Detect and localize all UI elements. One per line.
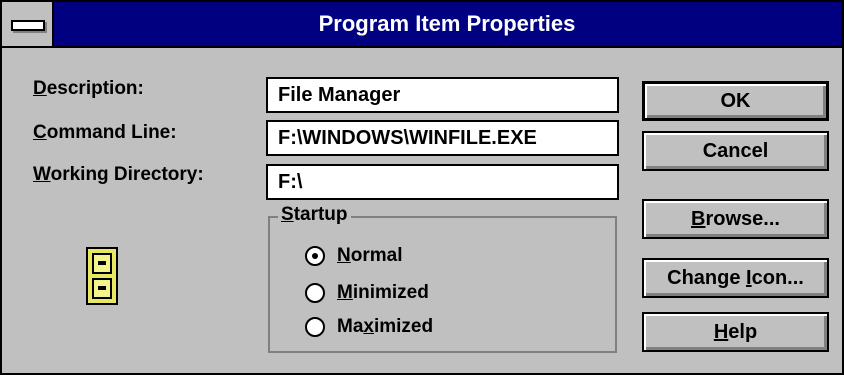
startup-legend: Startup xyxy=(278,204,351,226)
description-field[interactable]: File Manager xyxy=(266,77,619,113)
file-cabinet-icon xyxy=(86,247,118,305)
ok-button[interactable]: OK xyxy=(642,81,829,121)
window-title: Program Item Properties xyxy=(318,11,576,36)
cancel-button[interactable]: Cancel xyxy=(642,131,829,171)
browse-button[interactable]: Browse... xyxy=(642,199,829,239)
radio-circle[interactable] xyxy=(305,283,325,303)
radio-normal-label[interactable]: Normal xyxy=(337,243,402,269)
working-directory-label: Working Directory: xyxy=(33,164,204,185)
change-icon-button[interactable]: Change Icon... xyxy=(642,258,829,298)
description-label: Description: xyxy=(33,78,144,99)
system-menu-button[interactable] xyxy=(2,2,54,46)
cabinet-drawer-top xyxy=(92,253,112,274)
radio-selected-dot xyxy=(312,253,318,259)
system-menu-icon xyxy=(11,20,45,31)
command-line-field[interactable]: F:\WINDOWS\WINFILE.EXE xyxy=(266,120,619,156)
cabinet-drawer-bottom xyxy=(92,278,112,299)
help-button[interactable]: Help xyxy=(642,312,829,352)
radio-circle[interactable] xyxy=(305,317,325,337)
command-line-label: Command Line: xyxy=(33,122,177,143)
radio-minimized-label[interactable]: Minimized xyxy=(337,280,429,306)
radio-maximized[interactable]: Maximized xyxy=(305,314,433,340)
radio-maximized-label[interactable]: Maximized xyxy=(337,314,433,340)
radio-circle[interactable] xyxy=(305,246,325,266)
radio-minimized[interactable]: Minimized xyxy=(305,280,429,306)
radio-normal[interactable]: Normal xyxy=(305,243,405,269)
startup-group: Startup Normal Minimized Maximized xyxy=(268,204,617,353)
program-item-properties-dialog: Program Item Properties Description: Com… xyxy=(0,0,844,375)
working-directory-field[interactable]: F:\ xyxy=(266,164,619,200)
title-bar[interactable]: Program Item Properties xyxy=(2,2,842,48)
